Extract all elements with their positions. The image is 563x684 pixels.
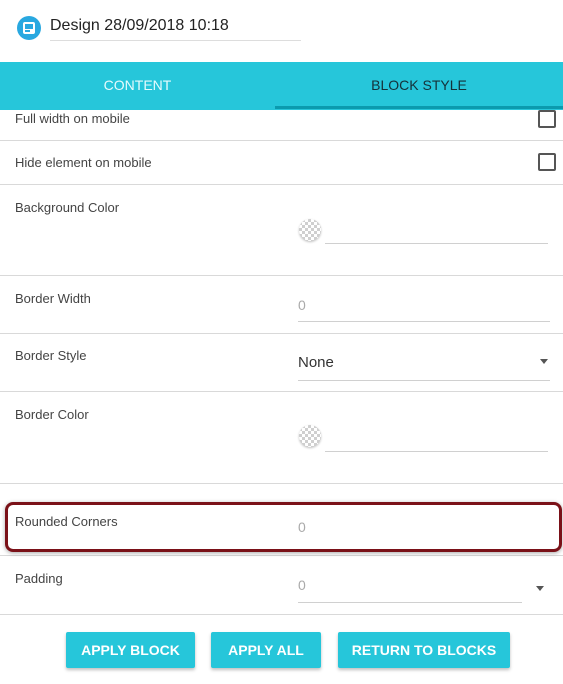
border-style-label: Border Style — [15, 348, 87, 363]
return-to-blocks-button[interactable]: RETURN TO BLOCKS — [338, 632, 510, 668]
row-full-width-mobile: Full width on mobile — [0, 110, 563, 141]
border-style-underline — [298, 380, 550, 381]
row-border-width: Border Width 0 — [0, 276, 563, 334]
background-color-label: Background Color — [15, 200, 120, 215]
border-width-label: Border Width — [15, 291, 91, 306]
padding-underline — [298, 602, 522, 603]
apply-block-button[interactable]: APPLY BLOCK — [66, 632, 195, 668]
row-hide-on-mobile: Hide element on mobile — [0, 141, 563, 185]
chevron-down-icon[interactable] — [536, 586, 544, 591]
header: Design 28/09/2018 10:18 — [0, 0, 563, 62]
tab-bar: CONTENT BLOCK STYLE — [0, 62, 563, 110]
background-color-input[interactable] — [325, 243, 548, 244]
hide-on-mobile-checkbox[interactable] — [538, 153, 556, 171]
rounded-corners-highlight — [5, 502, 562, 552]
full-width-mobile-label: Full width on mobile — [15, 111, 130, 126]
row-border-color: Border Color — [0, 392, 563, 484]
background-color-swatch[interactable] — [299, 219, 321, 241]
border-color-label: Border Color — [15, 407, 89, 422]
chevron-down-icon[interactable] — [540, 359, 548, 364]
page-title: Design 28/09/2018 10:18 — [50, 17, 229, 34]
full-width-mobile-checkbox[interactable] — [538, 110, 556, 128]
row-padding: Padding 0 — [0, 556, 563, 615]
padding-label: Padding — [15, 571, 63, 586]
row-background-color: Background Color — [0, 185, 563, 276]
footer-actions: APPLY BLOCK APPLY ALL RETURN TO BLOCKS — [0, 615, 563, 684]
border-style-select[interactable]: None — [298, 354, 334, 371]
tab-block-style[interactable]: BLOCK STYLE — [275, 62, 563, 110]
active-tab-indicator — [275, 106, 563, 109]
tab-content[interactable]: CONTENT — [0, 62, 275, 110]
border-width-underline — [298, 321, 550, 322]
apply-all-button[interactable]: APPLY ALL — [211, 632, 321, 668]
border-color-swatch[interactable] — [299, 425, 321, 447]
padding-input[interactable]: 0 — [298, 577, 306, 593]
hide-on-mobile-label: Hide element on mobile — [15, 155, 152, 170]
border-width-input[interactable]: 0 — [298, 297, 306, 313]
design-logo-icon — [17, 16, 41, 40]
row-border-style: Border Style None — [0, 334, 563, 392]
border-color-input[interactable] — [325, 451, 548, 452]
design-title-field[interactable]: Design 28/09/2018 10:18 — [50, 14, 301, 41]
